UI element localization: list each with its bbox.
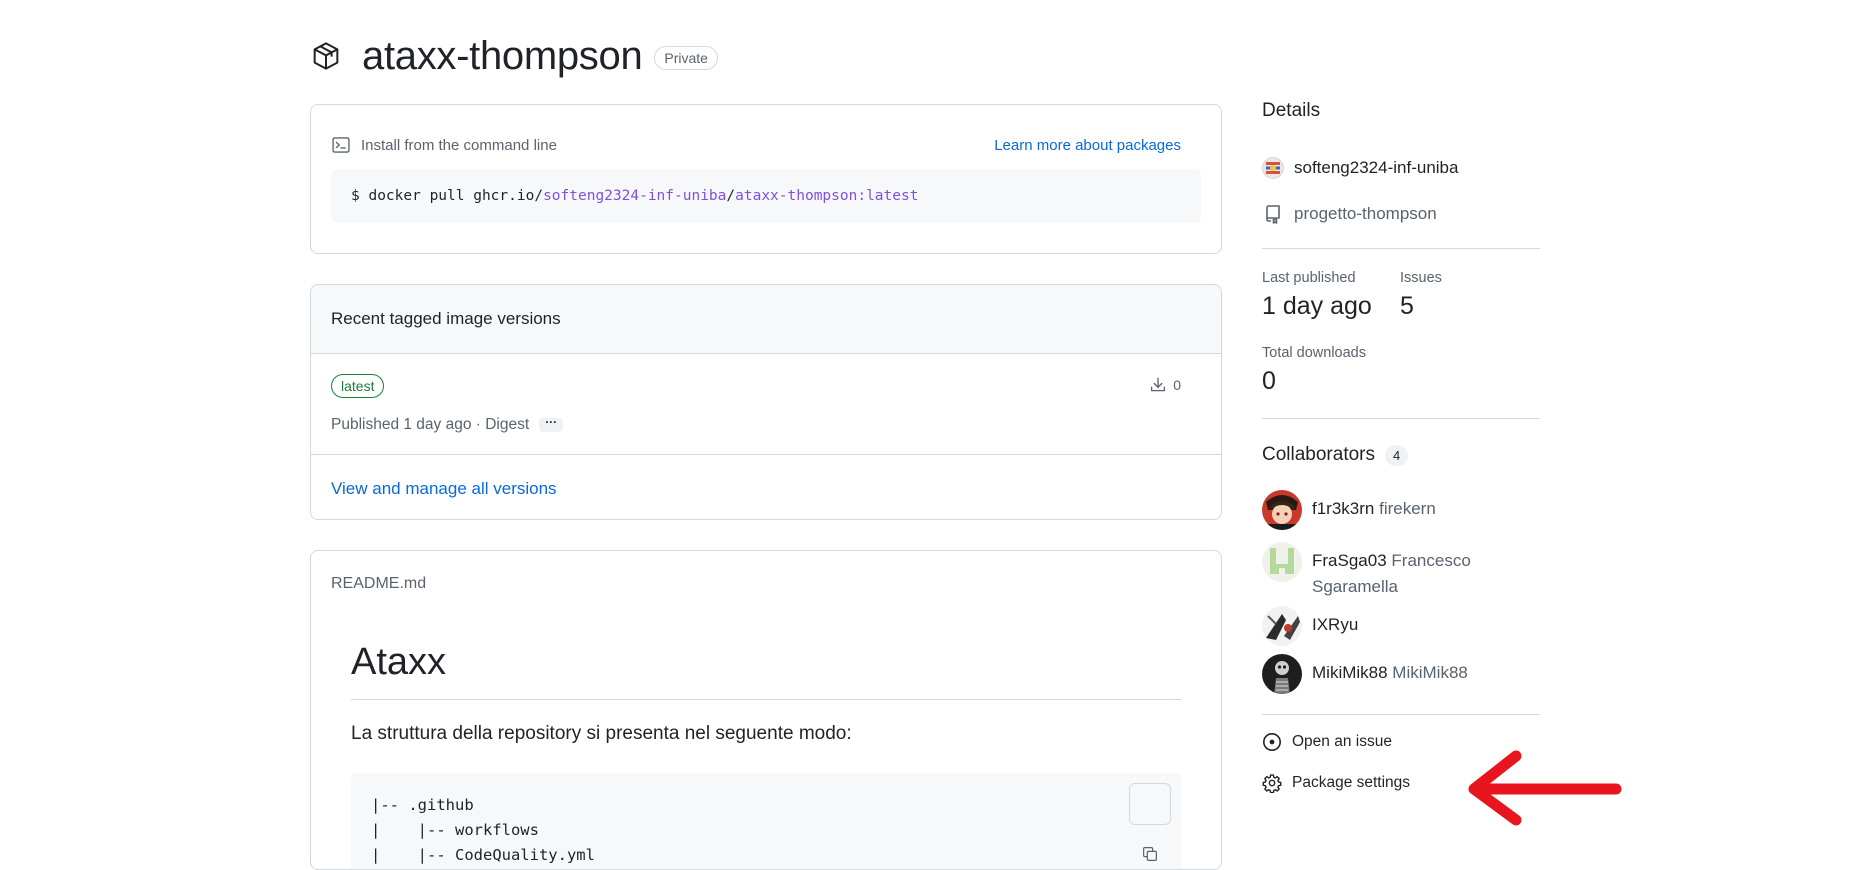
digest-expand-button[interactable]: ··· [539, 416, 564, 432]
collaborator-fullname: MikiMik88 [1392, 663, 1468, 682]
view-all-versions-link[interactable]: View and manage all versions [311, 455, 1221, 519]
package-icon [310, 40, 342, 72]
command-prefix: $ docker pull ghcr.io/ [351, 188, 544, 204]
avatar [1262, 542, 1302, 582]
version-published: Published 1 day ago · Digest ··· [331, 416, 564, 434]
package-header: ataxx-thompson Private [310, 30, 718, 82]
open-issue-label: Open an issue [1292, 733, 1392, 750]
total-downloads-value: 0 [1262, 367, 1276, 395]
terminal-icon [331, 135, 351, 155]
last-published-label: Last published [1262, 270, 1356, 286]
package-settings-label: Package settings [1292, 774, 1411, 791]
collaborator-fullname: firekern [1379, 499, 1436, 518]
copy-button[interactable] [1129, 783, 1171, 861]
version-row: latest 0 Published 1 day ago · Digest ··… [311, 354, 1221, 455]
divider [1262, 418, 1540, 419]
visibility-badge: Private [654, 46, 718, 70]
learn-more-link[interactable]: Learn more about packages [994, 137, 1181, 154]
issues-label: Issues [1400, 270, 1442, 286]
avatar [1262, 490, 1302, 530]
collaborator-login: IXRyu [1312, 615, 1359, 634]
divider [1262, 714, 1540, 715]
version-download-count: 0 [1173, 377, 1181, 393]
code-line: | |-- CodeQuality.yml [371, 846, 595, 864]
readme-code-block: |-- .github | |-- workflows | |-- CodeQual… [351, 773, 1181, 869]
collaborators-title: Collaborators [1262, 444, 1375, 465]
total-downloads-label: Total downloads [1262, 345, 1366, 361]
collaborator-item[interactable]: IXRyu [1262, 606, 1540, 646]
owner-link[interactable]: softeng2324-inf-uniba [1262, 156, 1458, 180]
issue-circle-icon [1262, 732, 1282, 752]
install-header: Install from the command line Learn more… [331, 135, 1181, 155]
collaborator-names: MikiMik88 MikiMik88 [1312, 654, 1468, 686]
owner-name: softeng2324-inf-uniba [1294, 158, 1459, 177]
gear-icon [1262, 773, 1282, 793]
page-title: ataxx-thompson [362, 33, 643, 78]
collaborator-login: MikiMik88 [1312, 663, 1388, 682]
collaborator-names: f1r3k3rn firekern [1312, 490, 1436, 522]
version-published-text: Published 1 day ago · Digest [331, 416, 530, 433]
open-issue-link[interactable]: Open an issue [1262, 732, 1392, 752]
copy-icon [1141, 795, 1159, 861]
version-downloads: 0 [1149, 376, 1181, 394]
download-icon [1149, 376, 1167, 394]
collaborator-item[interactable]: f1r3k3rn firekern [1262, 490, 1540, 530]
versions-heading: Recent tagged image versions [311, 285, 1221, 354]
annotation-arrow-icon [1468, 750, 1622, 826]
issues-value: 5 [1400, 292, 1414, 320]
readme-heading: Ataxx [351, 641, 1181, 700]
details-heading: Details [1262, 100, 1321, 121]
repo-name: progetto-thompson [1294, 204, 1437, 223]
avatar [1262, 654, 1302, 694]
install-command[interactable]: $ docker pull ghcr.io/softeng2324-inf-un… [331, 169, 1201, 223]
command-slash: / [726, 188, 736, 204]
versions-box: Recent tagged image versions latest 0 Pu… [310, 284, 1222, 520]
collaborators-heading: Collaborators 4 [1262, 444, 1409, 466]
readme-filename: README.md [331, 575, 427, 592]
avatar [1262, 606, 1302, 646]
command-org: softeng2324-inf-uniba [543, 188, 727, 204]
code-line: | |-- workflows [371, 821, 539, 839]
org-avatar-icon [1262, 157, 1284, 179]
collaborator-item[interactable]: FraSga03 Francesco Sgaramella [1262, 542, 1540, 600]
repo-link[interactable]: progetto-thompson [1262, 202, 1437, 226]
package-settings-link[interactable]: Package settings [1262, 773, 1410, 793]
collaborator-names: FraSga03 Francesco Sgaramella [1312, 542, 1540, 600]
tag-badge-latest[interactable]: latest [331, 374, 385, 398]
collaborator-item[interactable]: MikiMik88 MikiMik88 [1262, 654, 1540, 694]
install-label: Install from the command line [361, 136, 557, 154]
repo-icon [1262, 203, 1284, 225]
readme-paragraph: La struttura della repository si present… [351, 723, 852, 744]
collaborator-login: FraSga03 [1312, 551, 1387, 570]
collaborator-login: f1r3k3rn [1312, 499, 1375, 518]
divider [1262, 248, 1540, 249]
code-line: |-- .github [371, 796, 474, 814]
details-sidebar: Details softeng2324-inf-uniba progetto-t… [1262, 100, 1540, 793]
readme-box: README.md Ataxx La struttura della repos… [310, 550, 1222, 870]
install-box: Install from the command line Learn more… [310, 104, 1222, 254]
collaborators-count: 4 [1385, 444, 1409, 466]
collaborator-names: IXRyu [1312, 606, 1358, 638]
command-image: ataxx-thompson:latest [735, 188, 919, 204]
last-published-value: 1 day ago [1262, 292, 1372, 320]
